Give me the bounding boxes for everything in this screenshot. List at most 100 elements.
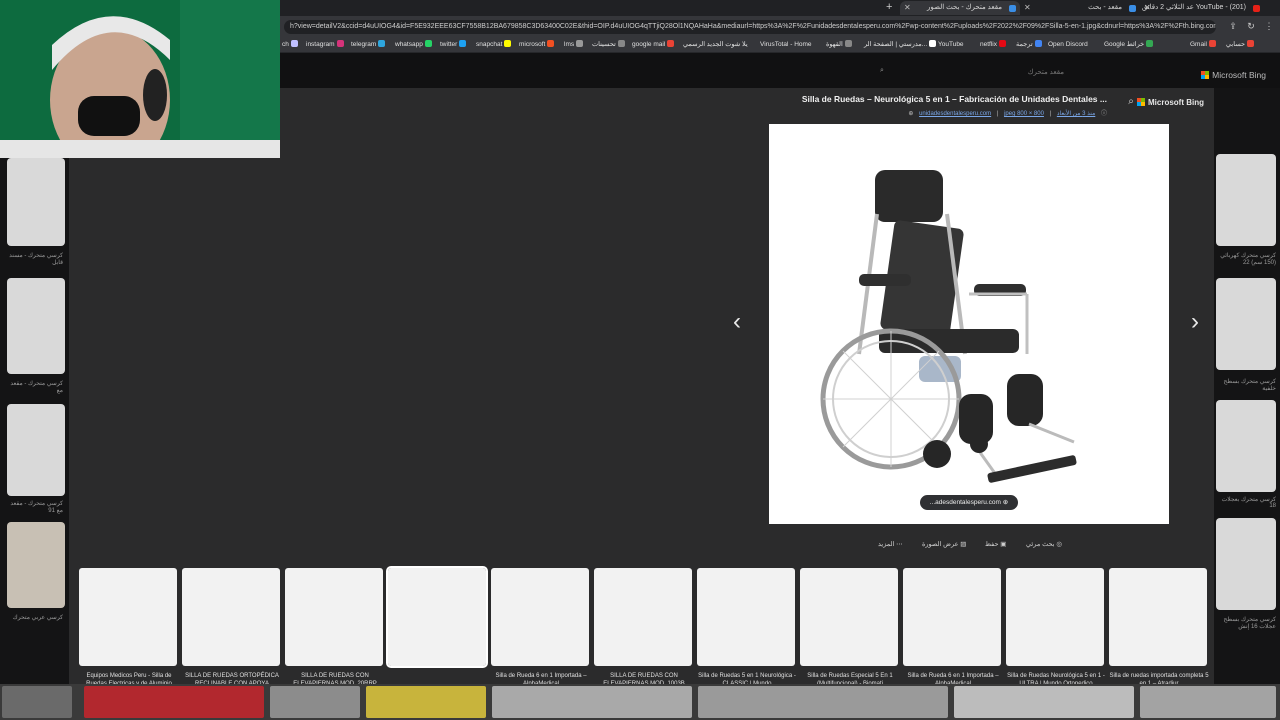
save-button[interactable]: ▣ حفظ (985, 540, 1006, 554)
background-results-left: كرسي متحرك - مسند قابل كرسي متحرك - مقعد… (0, 88, 69, 684)
search-icon[interactable]: ⌕ (880, 67, 884, 75)
bing-favicon-icon (1129, 5, 1136, 12)
background-caption: كرسي متحرك - مقعد مع 91 (10, 501, 63, 514)
share-icon[interactable]: ⇪ (1228, 21, 1238, 31)
bookmark-madrasati[interactable]: مدرستي | الصفحة الر... (864, 40, 937, 50)
info-icon[interactable]: ⓘ (1101, 111, 1107, 117)
bookmark-coffee[interactable]: القهوة (826, 40, 852, 50)
related-thumbnail[interactable] (1006, 568, 1104, 666)
related-thumbnail-selected[interactable] (386, 566, 488, 668)
more-button[interactable]: ⋯ المزيد (878, 540, 903, 554)
webcam-overlay (0, 0, 280, 158)
bookmark-microsoft[interactable]: microsoft (519, 40, 555, 50)
bookmark-netflix[interactable]: netflix (980, 40, 1006, 50)
bookmark-telegram[interactable]: telegram (351, 40, 386, 50)
main-image[interactable]: ...adesdentalesperu.com ⊕ (769, 124, 1169, 524)
related-thumbnail[interactable] (697, 568, 795, 666)
source-domain-link[interactable]: unidadesdentalesperu.com (919, 111, 991, 117)
bookmark-virustotal[interactable]: VirusTotal - Home (760, 40, 812, 50)
bookmark-yalla-shoot[interactable]: يلا شوت الجديد الرسمي (683, 40, 748, 50)
close-tab-icon[interactable]: ✕ (1144, 1, 1151, 15)
background-thumbnail[interactable] (954, 686, 1134, 718)
bookmark-youtube[interactable]: YouTube (938, 40, 964, 50)
background-thumbnail[interactable] (84, 686, 264, 718)
related-thumbnail[interactable] (800, 568, 898, 666)
bing-favicon-icon (1009, 5, 1016, 12)
next-image-arrow-icon[interactable]: › (1191, 310, 1199, 334)
tab-label: YouTube - (201) عد الثلاثي 2 دقائق (1141, 4, 1246, 11)
bookmark-snapchat[interactable]: snapchat (476, 40, 512, 50)
modal-bing-logo[interactable]: Microsoft Bing (1137, 98, 1204, 107)
previous-image-arrow-icon[interactable]: ‹ (733, 310, 741, 334)
background-caption: كرسي متحرك كهربائي (150 سم) 22 (1220, 253, 1276, 266)
related-thumbnail[interactable] (903, 568, 1001, 666)
image-detail-modal: Microsoft Bing ⌕ Silla de Ruedas – Neuro… (69, 88, 1214, 708)
visual-search-button[interactable]: ◎ بحث مرئي (1026, 540, 1062, 554)
bookmark-google-maps[interactable]: Google خرائط (1104, 40, 1154, 50)
url-field[interactable]: h?view=detailV2&ccid=d4uUIOG4&id=F5E932E… (284, 20, 1216, 34)
new-tab-button[interactable]: + (886, 1, 892, 14)
background-thumbnail[interactable] (7, 158, 65, 246)
bookmark-translate[interactable]: ترجمة (1016, 40, 1042, 50)
more-icon: ⋯ (896, 541, 903, 548)
related-thumbnail[interactable] (1109, 568, 1207, 666)
background-caption: كرسي متحرك بسطح خلفية (1223, 379, 1277, 392)
bing-logo[interactable]: Microsoft Bing (1201, 70, 1266, 80)
background-bottom-strip (0, 684, 1280, 720)
bookmark-instagram[interactable]: instagram (306, 40, 344, 50)
tab-search[interactable]: مقعد - بحث ✕ (1020, 1, 1140, 15)
source-pill[interactable]: ...adesdentalesperu.com ⊕ (920, 495, 1018, 510)
view-image-icon: ▨ (960, 541, 967, 548)
bookmark-discord[interactable]: Open Discord (1048, 40, 1088, 50)
bookmark-twitter[interactable]: twitter (440, 40, 467, 50)
bookmark-lms[interactable]: lms (564, 40, 584, 50)
related-thumbnail[interactable] (491, 568, 589, 666)
image-size-link[interactable]: jpeg 800 × 800 (1004, 111, 1044, 117)
close-tab-icon[interactable]: ✕ (1024, 1, 1031, 15)
background-thumbnail[interactable] (1216, 278, 1276, 370)
related-thumbnail[interactable] (594, 568, 692, 666)
tab-label: مقعد متحرك - بحث الصور (927, 4, 1002, 11)
modal-search-icon[interactable]: ⌕ (1124, 96, 1138, 110)
related-thumbnail[interactable] (79, 568, 177, 666)
bookmark-item[interactable]: ch (282, 40, 298, 50)
background-thumbnail[interactable] (1140, 686, 1276, 718)
reload-icon[interactable]: ↻ (1246, 21, 1256, 31)
related-thumbnail[interactable] (285, 568, 383, 666)
bookmark-folder[interactable]: تحسينات (592, 40, 625, 50)
background-thumbnail[interactable] (1216, 154, 1276, 246)
background-thumbnail[interactable] (492, 686, 692, 718)
background-caption: كرسي عربي متحرك (12, 615, 63, 621)
background-thumbnail[interactable] (7, 278, 65, 374)
microsoft-logo-icon (1201, 71, 1209, 79)
background-thumbnail[interactable] (270, 686, 360, 718)
visual-search-icon: ◎ (1056, 541, 1062, 548)
background-caption: كرسي متحرك - مسند قابل (9, 253, 63, 266)
related-thumbnail[interactable] (182, 568, 280, 666)
tab-image-search[interactable]: مقعد متحرك - بحث الصور ✕ (900, 1, 1020, 15)
tab-youtube[interactable]: YouTube - (201) عد الثلاثي 2 دقائق ✕ (1140, 1, 1264, 15)
background-thumbnail[interactable] (7, 404, 65, 496)
background-thumbnail[interactable] (2, 686, 72, 718)
menu-icon[interactable]: ⋮ (1264, 21, 1274, 31)
bookmark-account[interactable]: حسابي (1226, 40, 1255, 50)
bookmark-gmail[interactable]: Gmail (1190, 40, 1216, 50)
search-box[interactable]: مقعد متحرك ⌕ (874, 65, 1194, 78)
microsoft-logo-icon (1137, 98, 1145, 106)
globe-icon: ⊕ (908, 111, 914, 117)
more-sizes-link[interactable]: منذ 3 من الأبعاد (1057, 111, 1095, 117)
view-image-button[interactable]: ▨ عرض الصورة (922, 540, 966, 554)
background-thumbnail[interactable] (7, 522, 65, 608)
background-thumbnail[interactable] (1216, 400, 1276, 492)
save-icon: ▣ (1000, 541, 1007, 548)
background-caption: كرسي متحرك بعجلات 18 (1221, 497, 1276, 509)
bookmark-whatsapp[interactable]: whatsapp (395, 40, 432, 50)
background-thumbnail[interactable] (698, 686, 948, 718)
background-thumbnail[interactable] (366, 686, 486, 718)
bookmark-google-mail[interactable]: google mail (632, 40, 675, 50)
close-tab-icon[interactable]: ✕ (904, 1, 911, 15)
image-title[interactable]: Silla de Ruedas – Neurológica 5 en 1 – F… (802, 94, 1107, 104)
background-thumbnail[interactable] (1216, 518, 1276, 610)
tab-label: مقعد - بحث (1088, 4, 1122, 11)
youtube-favicon-icon (1253, 5, 1260, 12)
